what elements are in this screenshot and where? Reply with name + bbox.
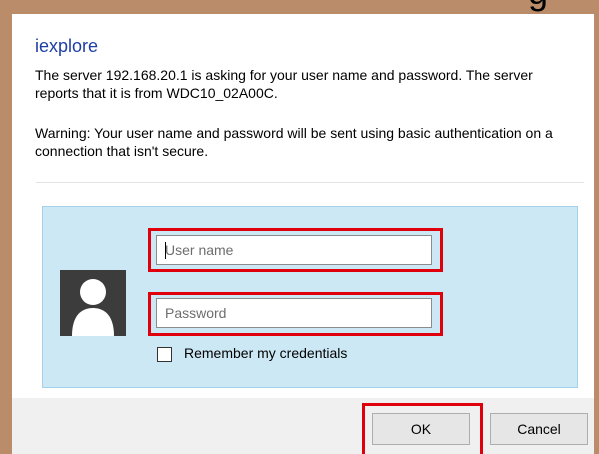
- cancel-button[interactable]: Cancel: [490, 413, 588, 445]
- window-frame-top: [0, 0, 599, 14]
- user-avatar-icon: [60, 270, 126, 336]
- window-frame-left: [0, 0, 12, 454]
- window-frame-right: [594, 0, 599, 454]
- ok-highlight-box: [362, 403, 483, 454]
- security-warning: Warning: Your user name and password wil…: [35, 125, 553, 159]
- dialog-title: iexplore: [35, 36, 99, 56]
- remember-credentials-checkbox[interactable]: [157, 347, 172, 362]
- screenshot-frame: g iexplore The server 192.168.20.1 is as…: [0, 0, 599, 454]
- username-highlight-box: [148, 228, 443, 272]
- server-message: The server 192.168.20.1 is asking for yo…: [35, 67, 533, 101]
- password-highlight-box: [148, 292, 443, 336]
- credentials-dialog: iexplore The server 192.168.20.1 is aski…: [12, 14, 594, 454]
- background-text-fragment: g: [528, 0, 548, 10]
- remember-credentials-label[interactable]: Remember my credentials: [184, 345, 347, 361]
- divider: [36, 182, 584, 183]
